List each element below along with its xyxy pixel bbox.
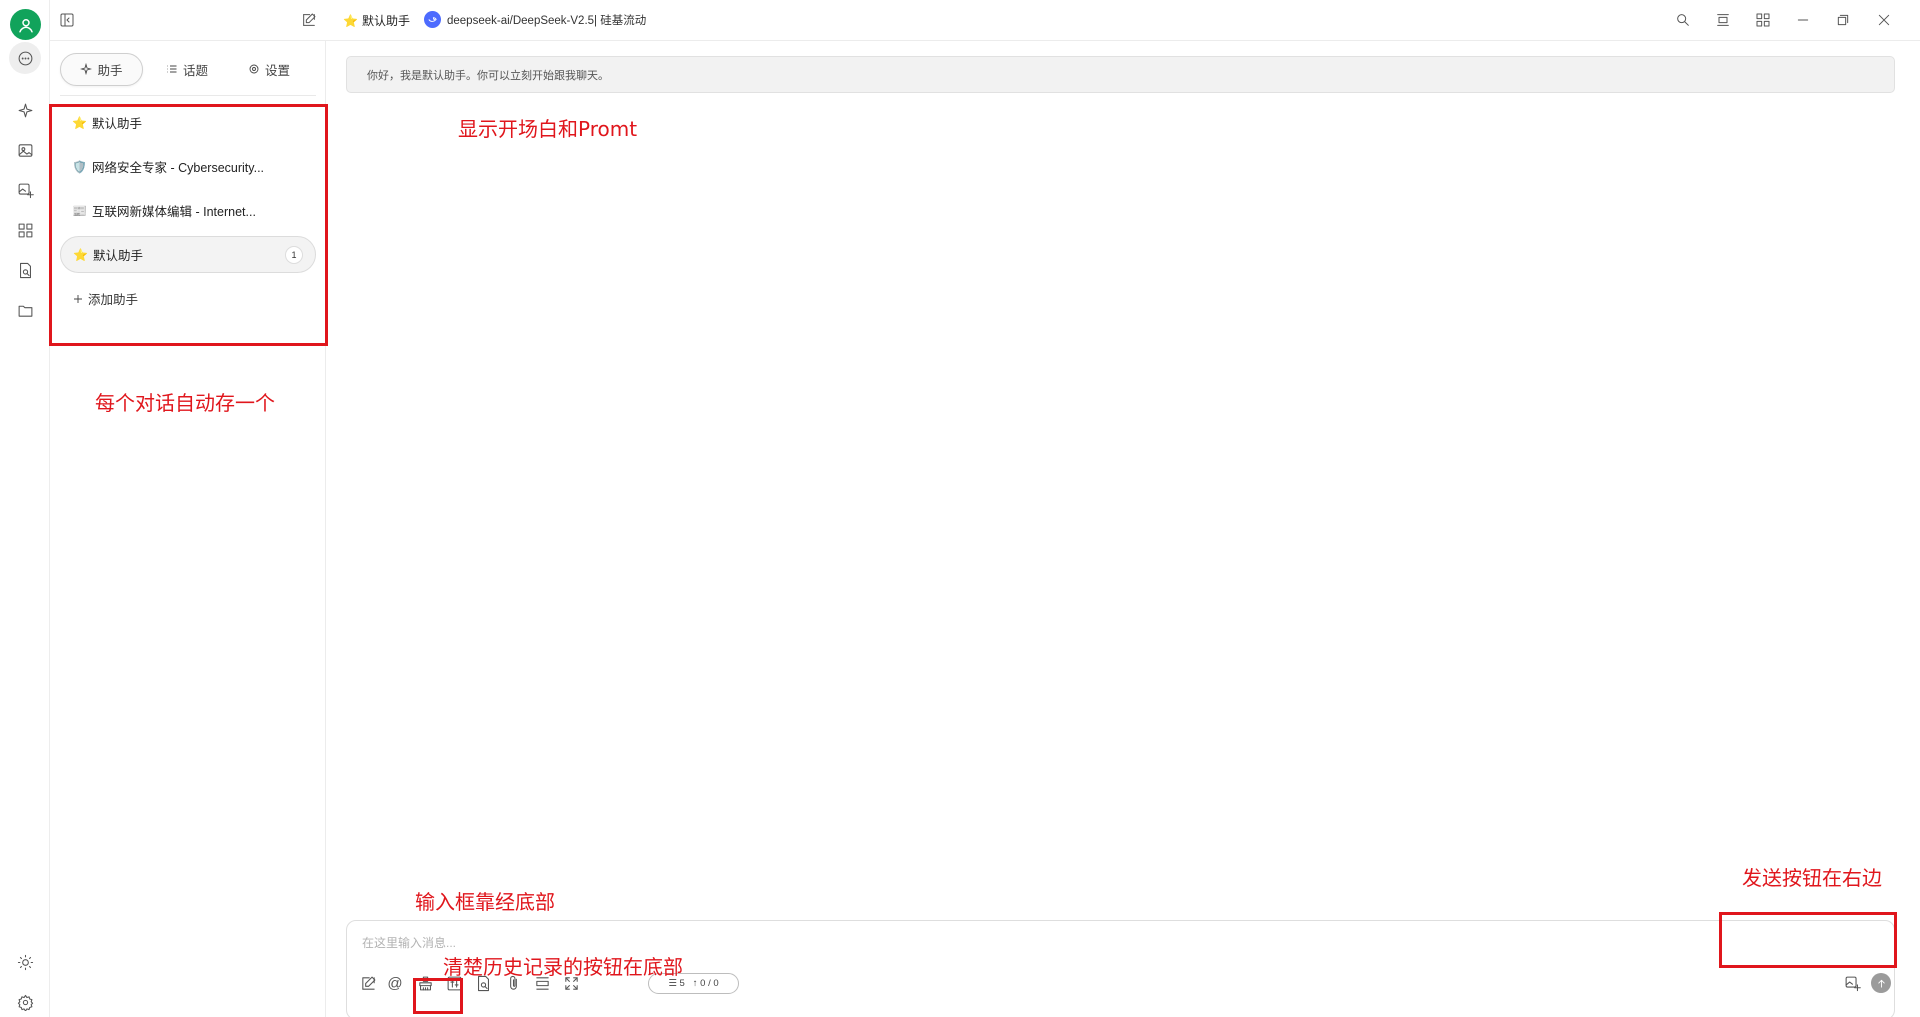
icon-rail [0, 0, 50, 1017]
system-message-text: 你好，我是默认助手。你可以立刻开始跟我聊天。 [367, 69, 609, 82]
grid-view-icon[interactable] [1754, 11, 1772, 29]
theme-sun-icon[interactable] [9, 946, 41, 978]
folder-icon[interactable] [9, 294, 41, 326]
settings-gear-icon[interactable] [9, 986, 41, 1017]
top-bar: ⭐ 默认助手 deepseek-ai/DeepSeek-V2.5| 硅基流动 [50, 0, 1920, 41]
chat-icon[interactable] [9, 42, 41, 74]
app-window: ⭐ 默认助手 deepseek-ai/DeepSeek-V2.5| 硅基流动 助… [0, 0, 1920, 1017]
mention-at-icon[interactable]: @ [384, 972, 406, 994]
image-generate-icon[interactable] [1841, 972, 1863, 994]
list-icon [167, 65, 177, 73]
minimize-icon[interactable] [1794, 11, 1812, 29]
tab-label: 助手 [97, 63, 123, 78]
annotation-conversation-note: 每个对话自动存一个 [95, 391, 275, 415]
search-icon[interactable] [1674, 11, 1692, 29]
layout-split-icon[interactable] [1714, 11, 1732, 29]
send-button[interactable] [1871, 973, 1891, 993]
apps-grid-icon[interactable] [9, 214, 41, 246]
tabs-divider [60, 95, 316, 96]
image-icon[interactable] [9, 134, 41, 166]
tab-settings[interactable]: 设置 [231, 53, 307, 86]
system-message: 你好，我是默认助手。你可以立刻开始跟我聊天。 [346, 56, 1895, 93]
star-icon: ⭐ [343, 13, 358, 28]
arrow-up-icon [1877, 979, 1885, 988]
sparkle-icon [80, 63, 93, 75]
annotation-box-clear-button [413, 978, 463, 1014]
close-icon[interactable] [1875, 11, 1893, 29]
annotation-clear-note: 清楚历史记录的按钮在底部 [443, 955, 683, 979]
sidebar-tabs: 助手 话题 设置 [60, 51, 316, 87]
doc-search-icon[interactable] [9, 254, 41, 286]
annotation-box-assistant-list [49, 104, 328, 346]
annotation-prompt-note: 显示开场白和Promt [458, 117, 638, 141]
token-usage-value: 0 / 0 [700, 978, 719, 989]
current-assistant-name: 默认助手 [361, 14, 410, 28]
sidebar-toggle-icon[interactable] [58, 11, 76, 29]
new-topic-icon[interactable] [357, 972, 379, 994]
annotation-box-send-area [1719, 912, 1897, 968]
tab-label: 话题 [182, 63, 208, 78]
current-assistant-title: ⭐ 默认助手 [343, 12, 410, 29]
model-label: deepseek-ai/DeepSeek-V2.5| 硅基流动 [447, 14, 647, 27]
tab-label: 设置 [264, 63, 290, 78]
deepseek-logo-icon [424, 11, 441, 28]
image-edit-icon[interactable] [9, 174, 41, 206]
tab-assistants[interactable]: 助手 [60, 52, 143, 86]
sparkle-icon[interactable] [9, 94, 41, 126]
chat-main: 你好，我是默认助手。你可以立刻开始跟我聊天。 在这里输入消息... @ ☰ 5 … [327, 41, 1920, 1017]
annotation-input-note: 输入框靠经底部 [415, 890, 555, 914]
model-selector[interactable]: deepseek-ai/DeepSeek-V2.5| 硅基流动 [424, 11, 646, 28]
annotation-send-note: 发送按钮在右边 [1742, 866, 1882, 890]
message-input-placeholder[interactable]: 在这里输入消息... [362, 934, 456, 951]
restore-icon[interactable] [1834, 11, 1852, 29]
token-usage: ↑ 0 / 0 [692, 978, 719, 989]
user-avatar[interactable] [10, 9, 41, 40]
tab-topics[interactable]: 话题 [143, 53, 231, 86]
gear-icon [249, 64, 259, 74]
new-chat-edit-icon[interactable] [300, 11, 318, 29]
